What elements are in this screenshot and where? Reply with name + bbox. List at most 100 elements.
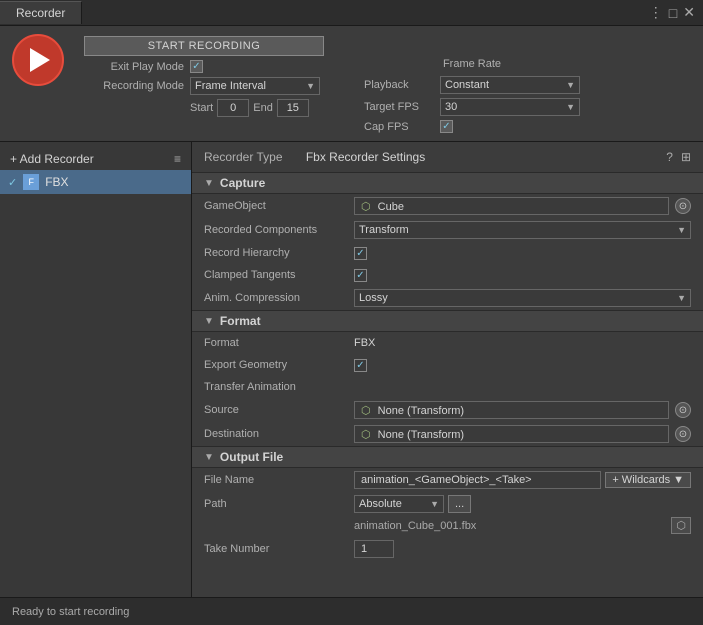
cap-fps-checkbox[interactable]: ✓ <box>440 120 453 133</box>
gameobject-select-button[interactable]: ⊙ <box>675 198 691 214</box>
take-number-value <box>354 540 691 558</box>
output-file-arrow-icon: ▼ <box>204 452 214 463</box>
destination-field-content: ⬡ None (Transform) <box>361 428 464 441</box>
path-row: Path Absolute ▼ ... <box>192 492 703 516</box>
recording-mode-label: Recording Mode <box>84 80 184 92</box>
clamped-tangents-value: ✓ <box>354 269 691 282</box>
cap-fps-label: Cap FPS <box>364 121 434 133</box>
list-item[interactable]: ✓ F FBX <box>0 170 191 194</box>
target-fps-dropdown[interactable]: 30 ▼ <box>440 98 580 116</box>
anim-compression-row: Anim. Compression Lossy ▼ <box>192 286 703 310</box>
start-input[interactable] <box>217 99 249 117</box>
clamped-tangents-label: Clamped Tangents <box>204 269 354 281</box>
format-section-title: Format <box>220 314 261 328</box>
export-geometry-checkbox[interactable]: ✓ <box>354 359 367 372</box>
destination-field[interactable]: ⬡ None (Transform) <box>354 425 669 443</box>
take-number-row: Take Number <box>192 537 703 561</box>
help-icon[interactable]: ? <box>666 150 673 164</box>
filepath-row: animation_Cube_001.fbx ⬡ <box>192 516 703 537</box>
anim-compression-label: Anim. Compression <box>204 292 354 304</box>
target-fps-arrow: ▼ <box>566 102 575 112</box>
transfer-animation-row: Transfer Animation <box>192 376 703 398</box>
close-icon[interactable]: ✕ <box>683 4 695 21</box>
play-icon <box>30 48 50 72</box>
add-recorder-button[interactable]: + Add Recorder <box>10 152 94 166</box>
status-message: Ready to start recording <box>12 606 129 618</box>
file-name-input[interactable] <box>354 471 601 489</box>
file-name-label: File Name <box>204 474 354 486</box>
recorded-components-dropdown[interactable]: Transform ▼ <box>354 221 691 239</box>
recording-mode-dropdown[interactable]: Frame Interval ▼ <box>190 77 320 95</box>
export-geometry-row: Export Geometry ✓ <box>192 354 703 376</box>
format-value: FBX <box>354 337 691 349</box>
anim-compression-dropdown[interactable]: Lossy ▼ <box>354 289 691 307</box>
file-name-value: + Wildcards ▼ <box>354 471 691 489</box>
format-arrow-icon: ▼ <box>204 316 214 327</box>
destination-select-button[interactable]: ⊙ <box>675 426 691 442</box>
gameobject-field[interactable]: ⬡ Cube <box>354 197 669 215</box>
start-recording-button[interactable]: START RECORDING <box>84 36 324 56</box>
recording-mode-value: Frame Interval <box>195 80 266 92</box>
clamped-tangents-checkbox[interactable]: ✓ <box>354 269 367 282</box>
play-button[interactable] <box>12 34 64 86</box>
browse-button[interactable]: ... <box>448 495 471 513</box>
record-hierarchy-label: Record Hierarchy <box>204 247 354 259</box>
anim-compression-arrow: ▼ <box>677 293 686 303</box>
target-fps-value: 30 <box>445 101 457 113</box>
record-hierarchy-row: Record Hierarchy ✓ <box>192 242 703 264</box>
output-file-section-header[interactable]: ▼ Output File <box>192 446 703 468</box>
clamped-tangents-checkmark: ✓ <box>356 270 364 281</box>
source-icon: ⬡ <box>361 405 371 417</box>
format-text: FBX <box>354 337 375 349</box>
recorder-type-label: Recorder Type <box>204 150 283 164</box>
record-hierarchy-checkbox[interactable]: ✓ <box>354 247 367 260</box>
export-geometry-value: ✓ <box>354 359 691 372</box>
recorded-components-value: Transform ▼ <box>354 221 691 239</box>
file-name-row: File Name + Wildcards ▼ <box>192 468 703 492</box>
filepath-text: animation_Cube_001.fbx <box>354 520 476 532</box>
gameobject-value: ⬡ Cube ⊙ <box>354 197 691 215</box>
source-select-button[interactable]: ⊙ <box>675 402 691 418</box>
transfer-animation-label: Transfer Animation <box>204 381 354 393</box>
anim-compression-value: Lossy ▼ <box>354 289 691 307</box>
recorded-components-arrow: ▼ <box>677 225 686 235</box>
open-folder-button[interactable]: ⬡ <box>671 517 691 534</box>
exit-play-mode-checkbox[interactable]: ✓ <box>190 60 203 73</box>
wildcards-arrow: ▼ <box>673 474 684 486</box>
sidebar-menu-icon[interactable]: ≡ <box>174 152 181 166</box>
recorded-components-label: Recorded Components <box>204 224 354 236</box>
end-input[interactable] <box>277 99 309 117</box>
capture-section-header[interactable]: ▼ Capture <box>192 172 703 194</box>
clamped-tangents-row: Clamped Tangents ✓ <box>192 264 703 286</box>
settings-header: Recorder Type Fbx Recorder Settings ? ⊞ <box>192 142 703 172</box>
top-section: START RECORDING Exit Play Mode ✓ Recordi… <box>0 26 703 142</box>
recorder-type-info: Recorder Type Fbx Recorder Settings <box>204 150 425 164</box>
end-label: End <box>253 102 273 114</box>
destination-field-value: None (Transform) <box>378 429 464 441</box>
sidebar-check-icon: ✓ <box>8 176 17 189</box>
gameobject-label: GameObject <box>204 200 354 212</box>
start-label: Start <box>190 102 213 114</box>
source-label: Source <box>204 404 354 416</box>
title-bar-icons: ⋮ □ ✕ <box>649 4 703 21</box>
maximize-icon[interactable]: □ <box>669 5 677 21</box>
fbx-icon: F <box>23 174 39 190</box>
capture-section-title: Capture <box>220 176 265 190</box>
recorder-tab[interactable]: Recorder <box>0 1 82 24</box>
take-number-input[interactable] <box>354 540 394 558</box>
options-icon[interactable]: ⋮ <box>649 4 663 21</box>
playback-dropdown[interactable]: Constant ▼ <box>440 76 580 94</box>
preset-icon[interactable]: ⊞ <box>681 150 691 164</box>
playback-label: Playback <box>364 79 434 91</box>
main-content: + Add Recorder ≡ ✓ F FBX Recorder Type F… <box>0 142 703 597</box>
source-field[interactable]: ⬡ None (Transform) <box>354 401 669 419</box>
capture-arrow-icon: ▼ <box>204 178 214 189</box>
cap-fps-row: Cap FPS ✓ <box>364 120 580 133</box>
path-type-dropdown[interactable]: Absolute ▼ <box>354 495 444 513</box>
destination-value: ⬡ None (Transform) ⊙ <box>354 425 691 443</box>
target-fps-label: Target FPS <box>364 101 434 113</box>
wildcards-button[interactable]: + Wildcards ▼ <box>605 472 691 488</box>
target-fps-row: Target FPS 30 ▼ <box>364 98 580 116</box>
cap-fps-checkmark: ✓ <box>442 122 450 132</box>
format-section-header[interactable]: ▼ Format <box>192 310 703 332</box>
